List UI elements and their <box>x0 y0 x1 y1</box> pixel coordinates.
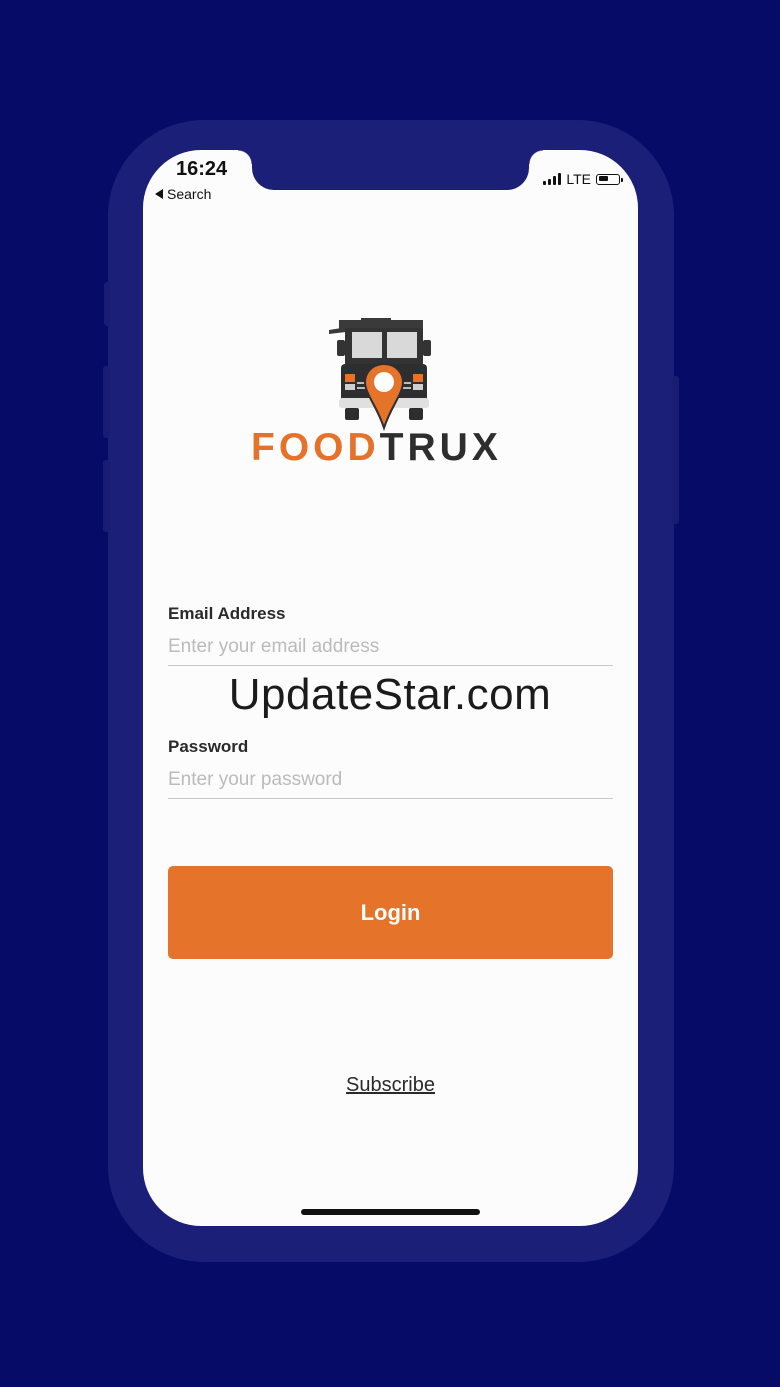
password-label: Password <box>168 737 249 756</box>
status-indicators: LTE <box>543 171 623 187</box>
email-label: Email Address <box>168 604 286 623</box>
volume-down-button <box>103 460 110 532</box>
watermark-text: UpdateStar.com <box>228 670 552 719</box>
status-time: 16:24 <box>176 158 228 180</box>
email-input[interactable] <box>168 629 613 666</box>
food-truck-logo-icon <box>329 318 431 432</box>
login-button[interactable]: Login <box>168 866 613 959</box>
notch <box>238 150 543 190</box>
network-type: LTE <box>566 171 591 187</box>
stage: 16:24 Search LTE FOODTRUX Email Address … <box>0 0 780 1387</box>
volume-up-button <box>103 366 110 438</box>
mute-switch <box>104 282 110 326</box>
home-indicator[interactable] <box>301 1209 480 1215</box>
back-label: Search <box>167 186 212 202</box>
subscribe-link[interactable]: Subscribe <box>143 1074 638 1097</box>
password-input[interactable] <box>168 762 613 799</box>
back-to-search-link[interactable]: Search <box>155 186 211 202</box>
brand-word-food: FOOD <box>251 426 380 469</box>
battery-icon <box>596 173 623 185</box>
brand-wordmark: FOODTRUX <box>251 426 502 470</box>
back-arrow-icon <box>155 189 163 199</box>
brand-word-trux: TRUX <box>379 426 502 469</box>
power-button <box>672 376 679 524</box>
cellular-signal-icon <box>543 173 562 185</box>
